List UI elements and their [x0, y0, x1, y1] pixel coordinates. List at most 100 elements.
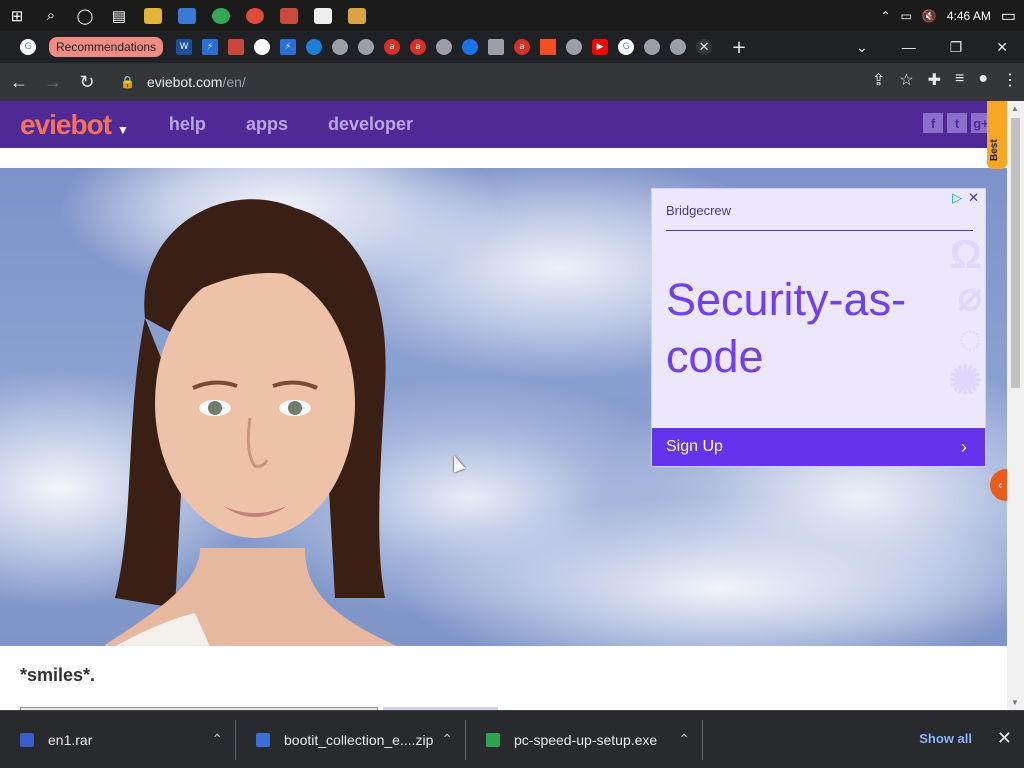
- scrollbar-thumb[interactable]: [1011, 118, 1020, 388]
- tab-favicon-icon[interactable]: [254, 39, 271, 55]
- download-filename: pc-speed-up-setup.exe: [514, 731, 658, 748]
- chevron-down-icon[interactable]: ▼: [117, 123, 129, 137]
- windows-start-icon[interactable]: ⊞: [4, 3, 30, 29]
- close-ad-icon[interactable]: ✕: [968, 190, 979, 206]
- browser-toolbar: ← → ↻ 🔒 eviebot.com/en/ ⇪ ☆ ✚ ≡ ● ⋮: [0, 63, 1024, 101]
- browser-tab-strip: G Recommendations W ⚡ ⚡ a a a ▶ G ✕ + ⌄ …: [0, 31, 1024, 63]
- chevron-up-icon[interactable]: ⌃: [441, 731, 453, 748]
- google-tab-icon[interactable]: G: [618, 39, 635, 55]
- volume-muted-icon[interactable]: 🔇: [922, 9, 937, 23]
- exe-file-icon: [486, 732, 500, 747]
- menu-icon[interactable]: ⋮: [1002, 70, 1018, 90]
- tab-favicon-icon[interactable]: W: [176, 39, 193, 55]
- minimize-button[interactable]: —: [902, 39, 916, 55]
- bot-response-text: *smiles*.: [20, 665, 96, 685]
- rar-file-icon: [20, 732, 34, 747]
- scroll-up-icon[interactable]: ▲: [1011, 104, 1019, 113]
- download-item[interactable]: en1.rar ⌃: [0, 719, 236, 760]
- forward-icon[interactable]: →: [38, 67, 68, 97]
- globe-icon[interactable]: [436, 39, 453, 55]
- download-item[interactable]: bootit_collection_e....zip ⌃: [236, 719, 466, 760]
- close-tab-icon[interactable]: ✕: [696, 39, 713, 55]
- best-badge[interactable]: Best: [987, 101, 1007, 169]
- chevron-up-icon[interactable]: ⌃: [678, 731, 690, 748]
- address-bar[interactable]: 🔒 eviebot.com/en/: [110, 68, 886, 96]
- globe-icon[interactable]: [566, 39, 583, 55]
- close-window-button[interactable]: ✕: [996, 39, 1008, 56]
- new-tab-icon[interactable]: +: [731, 37, 747, 58]
- lock-icon[interactable]: 🔒: [120, 75, 135, 89]
- cortana-icon[interactable]: ◯: [72, 3, 98, 29]
- app-icon[interactable]: [314, 7, 332, 24]
- google-tab-icon[interactable]: G: [20, 39, 36, 55]
- youtube-icon[interactable]: ▶: [592, 39, 609, 55]
- site-logo[interactable]: eviebot: [20, 109, 112, 141]
- tab-favicon-icon[interactable]: [462, 39, 479, 55]
- app-icon[interactable]: [348, 7, 366, 24]
- ask-icon[interactable]: a: [384, 39, 401, 55]
- facebook-icon[interactable]: f: [923, 113, 943, 133]
- ad-brand[interactable]: Bridgecrew: [666, 203, 731, 218]
- zip-file-icon: [256, 732, 270, 747]
- chevron-right-icon: ›: [961, 436, 967, 457]
- url-path: /en/: [222, 74, 246, 90]
- nav-help[interactable]: help: [169, 114, 206, 135]
- site-navbar: eviebot ▼ help apps developer f t g+: [0, 101, 1007, 148]
- ask-icon[interactable]: a: [410, 39, 427, 55]
- tab-favicon-icon[interactable]: ⚡: [280, 39, 297, 55]
- ad-signup-button[interactable]: Sign Up ›: [652, 428, 985, 466]
- notification-icon[interactable]: ▭: [1001, 6, 1016, 26]
- download-item[interactable]: pc-speed-up-setup.exe ⌃: [466, 719, 703, 760]
- reload-icon[interactable]: ↻: [72, 67, 102, 97]
- tab-favicon-icon[interactable]: [306, 39, 323, 55]
- app-icon[interactable]: [246, 7, 264, 24]
- ad-cta-label: Sign Up: [666, 438, 723, 455]
- tab-favicon-icon[interactable]: [488, 39, 505, 55]
- nav-developer[interactable]: developer: [328, 114, 413, 135]
- close-downloads-icon[interactable]: ✕: [997, 728, 1012, 749]
- bookmark-star-icon[interactable]: ☆: [899, 70, 913, 90]
- avatar-image: [105, 199, 397, 646]
- tab-search-icon[interactable]: ⌄: [856, 39, 868, 56]
- twitter-icon[interactable]: t: [947, 113, 967, 133]
- file-explorer-icon[interactable]: [144, 7, 162, 24]
- tab-favicon-icon[interactable]: ⚡: [202, 39, 219, 55]
- advertisement[interactable]: ▷ ✕ Bridgecrew Ω ⌀ ◌ ✺ Security-as-code Sig…: [651, 188, 986, 467]
- maximize-button[interactable]: ❐: [950, 39, 963, 56]
- adchoices-icon[interactable]: ▷: [952, 190, 962, 206]
- search-icon[interactable]: ⌕: [38, 3, 64, 29]
- nav-apps[interactable]: apps: [246, 114, 288, 135]
- download-filename: en1.rar: [48, 731, 93, 748]
- globe-icon[interactable]: [358, 39, 375, 55]
- share-icon[interactable]: ⇪: [872, 70, 885, 90]
- extensions-icon[interactable]: ✚: [928, 70, 941, 90]
- globe-icon[interactable]: [644, 39, 661, 55]
- microsoft-icon[interactable]: [540, 39, 557, 55]
- page-scrollbar[interactable]: ▲ ▼: [1007, 101, 1024, 710]
- network-icon[interactable]: ▭: [901, 9, 912, 23]
- back-icon[interactable]: ←: [4, 67, 34, 97]
- recommendations-chip[interactable]: Recommendations: [49, 37, 164, 57]
- avatar-hero: ▷ ✕ Bridgecrew Ω ⌀ ◌ ✺ Security-as-code Sig…: [0, 168, 1007, 646]
- download-filename: bootit_collection_e....zip: [284, 731, 434, 748]
- clock[interactable]: 4:46 AM: [947, 9, 991, 23]
- scroll-down-icon[interactable]: ▼: [1011, 698, 1019, 707]
- windows-taskbar: ⊞ ⌕ ◯ ▤ ⌃ ▭ 🔇 4:46 AM ▭: [0, 0, 1024, 31]
- globe-icon[interactable]: [332, 39, 349, 55]
- app-icon[interactable]: [280, 7, 298, 24]
- tab-favicon-icon[interactable]: [228, 39, 245, 55]
- globe-icon[interactable]: [670, 39, 687, 55]
- media-icon[interactable]: ≡: [955, 70, 964, 90]
- ad-headline[interactable]: Security-as-code: [666, 271, 966, 385]
- store-icon[interactable]: [178, 7, 196, 24]
- profile-icon[interactable]: ●: [978, 70, 988, 90]
- web-page: eviebot ▼ help apps developer f t g+ ▷ ✕…: [0, 101, 1007, 710]
- chevron-up-icon[interactable]: ⌃: [211, 731, 223, 748]
- task-view-icon[interactable]: ▤: [106, 3, 132, 29]
- downloads-bar: en1.rar ⌃ bootit_collection_e....zip ⌃ p…: [0, 710, 1024, 768]
- chevron-up-icon[interactable]: ⌃: [880, 9, 890, 23]
- chrome-icon[interactable]: [212, 7, 230, 24]
- show-all-downloads-button[interactable]: Show all: [919, 731, 972, 746]
- ad-divider: [666, 230, 973, 231]
- ask-icon[interactable]: a: [514, 39, 531, 55]
